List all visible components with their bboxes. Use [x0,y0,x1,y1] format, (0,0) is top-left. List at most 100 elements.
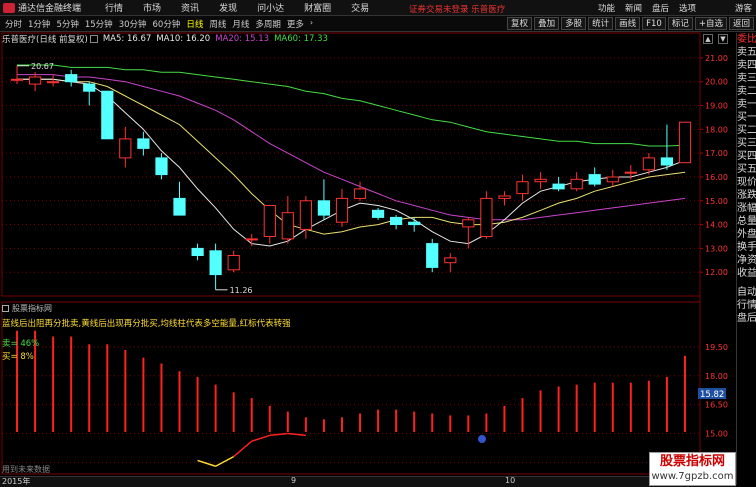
candle-body [209,250,222,276]
price-tick-label: 14.00 [705,221,728,230]
time-axis-bar[interactable] [0,476,736,487]
candle-body [263,205,276,237]
candle-body [444,257,457,264]
side-item-outer: 外盘 [737,229,756,240]
date-label-year: 2015年 [2,477,31,486]
chart-canvas: 21.00 20.00 19.00 18.00 17.00 16.00 15.00 14.00… [1,32,728,476]
date-label-oct: 10 [505,476,516,485]
watermark-title: 股票指标网 [659,454,725,469]
candle-body [101,90,114,140]
side-item-buy3: 买三 [737,138,756,149]
price-tick-label: 13.00 [705,244,728,253]
candle-body [372,209,385,218]
candle-body [534,178,547,183]
indicator-tick-label: 16.50 [705,401,728,410]
candle-body [660,157,673,166]
indicator-title: 股票指标网 [12,304,52,313]
candle-body [155,157,168,176]
ma20-line [17,74,686,221]
side-item-sell2: 卖二 [737,86,756,97]
indicator-settings-icon[interactable] [2,305,9,312]
candle-body [335,197,349,223]
candle-body [624,171,637,174]
candle-body [191,247,204,256]
candle-body [552,183,565,190]
candle-body [498,195,511,199]
candle-body [390,216,403,225]
candle-body [516,181,529,195]
guest-user[interactable]: 游客 [735,2,752,14]
side-item-change-pct: 涨幅 [737,203,756,214]
price-tick-label: 12.00 [705,268,728,277]
candle-body [119,138,132,159]
candle-body [480,197,493,237]
candle-body [10,78,24,81]
candle-body [281,212,294,240]
face-icon[interactable] [478,435,486,443]
side-item-sell1: 卖一 [737,99,756,110]
candle-body [83,83,96,92]
candle-body [678,121,692,164]
indicator-signal [197,432,306,467]
signal-segment [269,432,288,437]
side-item-ratio: 委比 [737,34,756,45]
signal-segment [251,434,270,442]
side-item-volume: 总量 [737,216,756,227]
price-tick-label: 17.00 [705,149,728,158]
candle-body [642,157,655,171]
ma10-line [17,78,686,235]
price-tick-label: 21.00 [705,54,728,63]
side-item-sell4: 卖四 [737,60,756,71]
side-item-quote[interactable]: 行情 [737,299,756,312]
indicator-tick-label: 19.50 [705,343,728,352]
candle-body [65,74,78,83]
price-tick-label: 19.00 [705,102,728,111]
indicator-description: 蓝线后出阻再分批卖,黄线后出现再分批买,均线柱代表多空能量,红标代表转强 [2,319,291,329]
candle-body [173,197,186,216]
candle-body [29,76,42,85]
side-item-turnover: 换手 [737,242,756,253]
candle-body [606,176,619,183]
indicator-header: 股票指标网 [2,303,52,314]
current-price-text: 15.82 [700,390,724,400]
candle-body [317,200,330,216]
signal-segment [215,455,235,467]
candle-body [227,255,240,271]
ma5-line [17,78,686,247]
candle-body [426,243,439,268]
candle-body [47,81,60,84]
price-tick-label: 20.00 [705,78,728,87]
side-item-buy4: 买四 [737,151,756,162]
ma10-path [17,78,686,235]
future-data-note: 用到未来数据 [2,465,50,474]
indicator-tick-label: 15.00 [705,430,728,439]
side-item-net-assets: 净资 [737,255,756,266]
indicator-bars [16,330,686,432]
signal-segment [197,459,216,467]
watermark-url: www.7gpzb.com [651,471,734,482]
low-price-label: 11.26 [230,286,253,295]
price-tick-label: 18.00 [705,125,728,134]
side-item-change: 涨跌 [737,190,756,201]
side-item-after[interactable]: 盘后 [737,312,756,325]
side-item-auto[interactable]: 自动 [737,286,756,299]
side-item-price: 现价 [737,177,756,188]
side-item-buy2: 买二 [737,125,756,136]
main-pane-border [1,32,701,297]
ma5-path [17,78,686,247]
candle-body [137,138,150,149]
quote-side-panel: 委比 卖五 卖四 卖三 卖二 卖一 买一 买二 买三 买四 买五 现价 涨跌 涨… [736,33,756,485]
high-price-label: 20.67 [31,62,54,71]
signal-segment [233,440,253,458]
signal-segment [287,432,306,437]
watermark-logo: 股票指标网 www.7gpzb.com [649,452,736,486]
sell-ratio-label: 卖= 46% [2,339,40,349]
side-item-earnings: 收益 [737,268,756,279]
price-tick-label: 15.00 [705,197,728,206]
candle-body [462,219,475,228]
side-item-sell3: 卖三 [737,73,756,84]
side-item-buy1: 买一 [737,112,756,123]
candle-body [570,178,583,190]
candle-body [353,188,367,199]
buy-ratio-label: 买= 8% [2,352,34,362]
